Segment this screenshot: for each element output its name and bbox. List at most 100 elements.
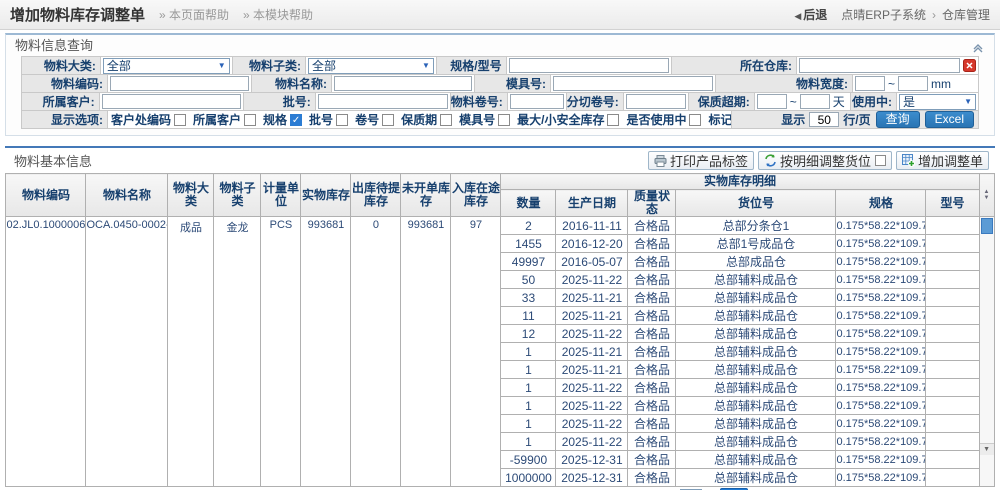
detail-cell-model [926,289,979,307]
scrollbar-track[interactable] [980,235,994,443]
search-button[interactable]: 查询 [876,111,920,128]
warehouse-input[interactable] [799,58,960,73]
detail-cell-qty: 50 [501,271,556,289]
batch-no-label: 批号: [243,92,316,111]
scroll-down-icon[interactable]: ▼ [980,195,994,201]
material-name-input[interactable] [334,76,472,91]
mold-no-cell [550,74,716,93]
back-button[interactable]: ◀后退 [794,6,827,23]
detail-cell-spec: 0.175*58.22*109.78 [836,271,926,289]
material-category-select[interactable]: 全部 ▼ [103,58,230,74]
in-use-label: 使用中: [850,92,897,111]
detail-cell-qty: 1 [501,361,556,379]
collapse-section-icon[interactable] [972,39,984,60]
option-checkbox[interactable] [689,114,701,126]
page-help-link[interactable]: » 本页面帮助 [159,6,229,23]
detail-cell-qty: 1 [501,415,556,433]
detail-scroll-arrows[interactable]: ▲ ▼ [979,174,994,217]
material-subcategory-label: 物料子类: [232,56,306,75]
excel-button[interactable]: Excel [925,111,974,128]
detail-cell-date: 2025-11-21 [556,361,628,379]
print-label-button[interactable]: 打印产品标签 [648,151,754,170]
detail-cell-date: 2025-11-21 [556,289,628,307]
detail-cell-location: 总部辅料成品仓 [676,361,836,379]
material-code-input[interactable] [110,76,249,91]
batch-no-input[interactable] [318,94,448,109]
detail-cell-spec: 0.175*58.22*109.78 [836,469,926,487]
option-checkbox[interactable] [607,114,619,126]
option-checkbox[interactable]: ✓ [290,114,302,126]
main-cell: OCA.0450-0002-A [86,217,168,487]
printer-icon [654,155,667,167]
detail-cell-status: 合格品 [628,361,676,379]
rows-per-page-bar: 显示 行/页 查询 Excel [731,110,979,129]
option-label: 最大/小安全库存 [517,111,604,128]
spec-model-label: 规格/型号 [436,56,507,75]
col-header: 出库待提库存 [351,174,401,217]
detail-vertical-scrollbar[interactable]: ▼ [980,217,994,455]
option-label: 是否使用中 [626,111,686,128]
main-cell: 993681 [301,217,351,487]
detail-cell-location: 总部辅料成品仓 [676,271,836,289]
detail-cell-model [926,343,979,361]
width-tilde: ~ [888,77,895,91]
inventory-tbody: 02.JL0.1000006OCA.0450-0002-A成品金龙PCS9936… [6,217,994,487]
detail-cell-location: 总部辅料成品仓 [676,433,836,451]
detail-cell-model [926,307,979,325]
option-label: 批号 [309,111,333,128]
display-option: 规格 ✓ [263,111,302,128]
adjust-location-button[interactable]: 按明细调整货位 [758,151,892,170]
detail-cell-location: 总部辅料成品仓 [676,397,836,415]
option-checkbox[interactable] [174,114,186,126]
detail-cell-location: 总部辅料成品仓 [676,307,836,325]
col-header: 物料子类 [214,174,261,217]
option-checkbox[interactable] [336,114,348,126]
warehouse-label: 所在仓库: [671,56,797,75]
roll-no-input[interactable] [510,94,564,109]
query-form: 物料大类: 全部 ▼ 物料子类: 全部 ▼ 规格/型号 [6,56,994,135]
display-option: 是否使用中 [626,111,701,128]
shelf-overdue-min-input[interactable] [757,94,787,109]
warehouse-clear-icon[interactable] [963,59,976,72]
option-label: 卷号 [355,111,379,128]
material-width-cell: ~ mm [852,74,979,93]
option-checkbox[interactable] [244,114,256,126]
module-help-link[interactable]: » 本模块帮助 [243,6,313,23]
detail-cell-spec: 0.175*58.22*109.78 [836,451,926,469]
breadcrumb-system[interactable]: 点晴ERP子系统 [841,6,926,23]
add-adjustment-button[interactable]: 增加调整单 [896,151,989,170]
spec-model-input[interactable] [509,58,669,73]
option-checkbox[interactable] [498,114,510,126]
option-checkbox[interactable] [382,114,394,126]
option-label: 客户处编码 [111,111,171,128]
detail-cell-status: 合格品 [628,415,676,433]
breadcrumb-module[interactable]: 仓库管理 [942,6,990,23]
in-use-select[interactable]: 是 ▼ [899,94,976,110]
rows-per-page-input[interactable] [809,112,839,127]
mold-no-input[interactable] [553,76,713,91]
shelf-overdue-max-input[interactable] [800,94,830,109]
detail-cell-location: 总部辅料成品仓 [676,451,836,469]
col-header: 入库在途库存 [451,174,501,217]
adjust-location-checkbox[interactable] [875,155,886,166]
option-checkbox[interactable] [440,114,452,126]
detail-row[interactable]: 02.JL0.1000006OCA.0450-0002-A成品金龙PCS9936… [6,217,994,235]
material-width-max-input[interactable] [898,76,928,91]
slit-roll-no-cell [623,92,689,111]
slit-roll-no-input[interactable] [626,94,686,109]
detail-cell-spec: 0.175*58.22*109.78 [836,361,926,379]
detail-cell-model [926,469,979,487]
detail-cell-date: 2025-11-22 [556,271,628,289]
material-width-min-input[interactable] [855,76,885,91]
detail-col-header: 型号 [926,190,979,217]
scrollbar-thumb[interactable] [981,218,993,234]
customer-input[interactable] [102,94,241,109]
display-option: 模具号 [459,111,510,128]
main-cell: 金龙 [214,217,261,487]
scrollbar-down-arrow[interactable]: ▼ [980,443,994,455]
material-subcategory-select[interactable]: 全部 ▼ [308,58,434,74]
detail-scrollbar-cell[interactable]: ▼ [979,217,994,487]
warehouse-cell [796,56,979,75]
detail-cell-status: 合格品 [628,433,676,451]
detail-cell-date: 2025-12-31 [556,451,628,469]
